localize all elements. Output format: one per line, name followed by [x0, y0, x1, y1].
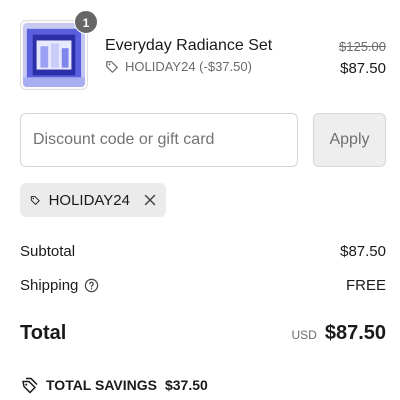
applied-code-label: HOLIDAY24	[48, 191, 130, 209]
product-box-image	[23, 23, 85, 87]
close-icon	[144, 194, 156, 206]
line-price: $87.50	[340, 60, 386, 77]
product-title: Everyday Radiance Set	[105, 37, 273, 54]
savings-tag-icon	[22, 377, 38, 394]
quantity-badge: 1	[74, 10, 98, 34]
subtotal-label: Subtotal	[20, 243, 76, 260]
shipping-label: Shipping	[20, 277, 79, 294]
apply-button[interactable]: Apply	[313, 113, 386, 167]
total-amount-group: USD $87.50	[291, 322, 386, 345]
shipping-label-group: Shipping	[20, 277, 99, 294]
line-discount-label: HOLIDAY24 (-$37.50)	[125, 59, 252, 74]
compare-price: $125.00	[339, 39, 386, 54]
help-icon[interactable]	[84, 278, 99, 293]
total-savings: TOTAL SAVINGS $37.50	[20, 376, 208, 394]
shipping-row: Shipping FREE	[20, 277, 386, 294]
total-label: Total	[20, 322, 67, 344]
product-thumbnail-wrapper: 1	[20, 10, 98, 90]
tag-icon	[106, 60, 118, 73]
shipping-value: FREE	[345, 277, 386, 294]
total-row: Total USD $87.50	[20, 322, 386, 345]
total-amount: $87.50	[324, 322, 386, 344]
applied-discount-tag: HOLIDAY24	[20, 183, 166, 217]
remove-discount-button[interactable]	[144, 192, 156, 208]
savings-value: $37.50	[164, 377, 208, 393]
cart-line-item: 1 Everyday Radiance Set HOLIDAY24 (-$37.…	[20, 10, 386, 92]
discount-code-input[interactable]	[20, 113, 298, 167]
line-discount: HOLIDAY24 (-$37.50)	[105, 59, 252, 74]
subtotal-row: Subtotal $87.50	[20, 243, 386, 260]
tag-icon	[30, 195, 40, 205]
currency-code: USD	[291, 328, 317, 342]
savings-label: TOTAL SAVINGS	[46, 377, 157, 393]
subtotal-value: $87.50	[340, 243, 386, 260]
